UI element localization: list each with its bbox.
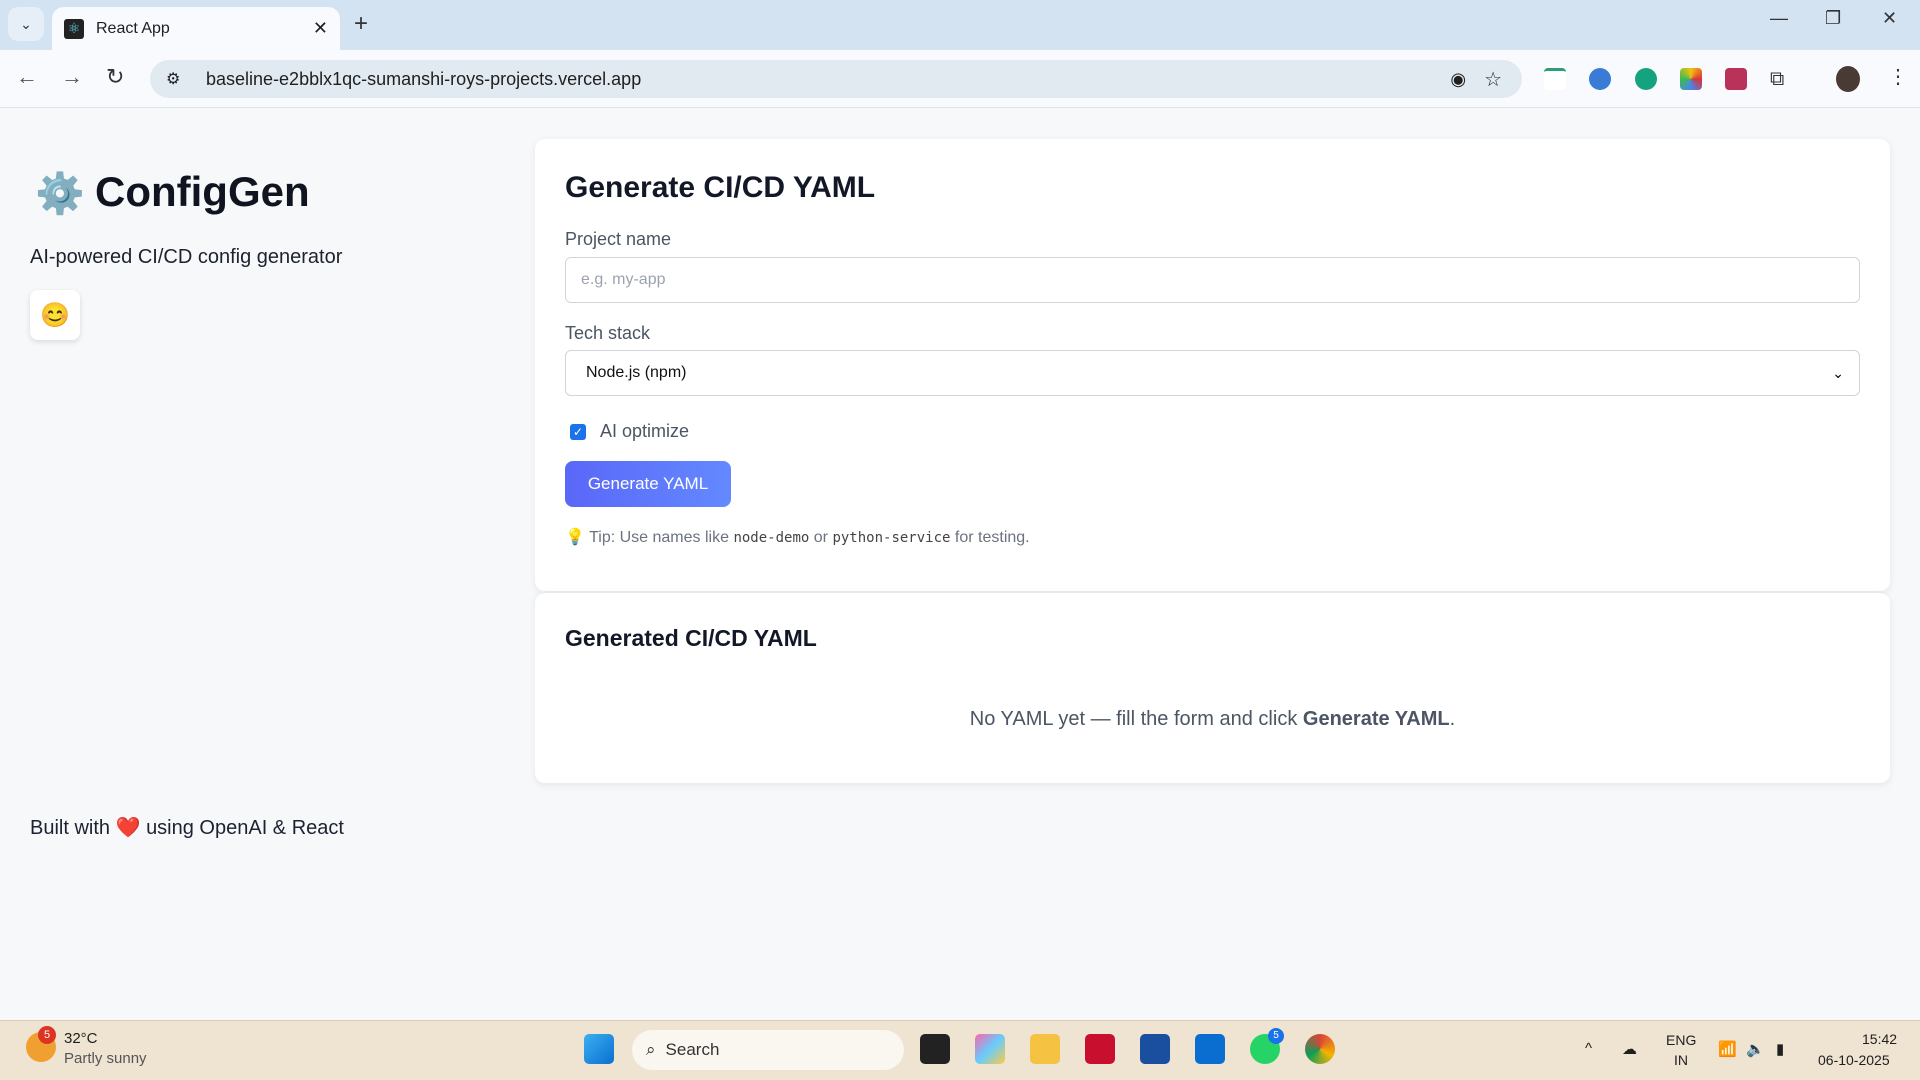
lang-2[interactable]: IN [1674,1052,1688,1068]
chevron-down-icon: ⌄ [1832,364,1844,381]
footer: Built with ❤️ using OpenAI & React [30,815,344,840]
site-info-icon[interactable]: ⚙ [166,69,194,89]
eye-off-icon[interactable]: ◉ [1450,69,1466,90]
close-window-button[interactable]: ✕ [1882,8,1897,29]
empty-pre: No YAML yet — fill the form and click [969,708,1298,730]
browser-tab[interactable]: ⚛ React App ✕ [52,7,340,50]
project-name-label: Project name [565,229,672,249]
task-view-icon[interactable] [920,1034,950,1064]
menu-kebab-icon[interactable]: ⋮ [1888,64,1908,89]
clock-date[interactable]: 06-10-2025 [1818,1052,1890,1068]
battery-icon[interactable]: ▮ [1776,1040,1784,1058]
ai-optimize-checkbox[interactable]: ✓ [570,423,586,440]
file-explorer-icon[interactable] [1030,1034,1060,1064]
tip-code-node: node-demo [733,530,810,546]
minimize-button[interactable]: — [1770,8,1788,29]
grammarly-icon[interactable] [1635,68,1657,90]
tip-code-python: python-service [832,530,951,546]
copilot-icon[interactable] [975,1034,1005,1064]
clock-time[interactable]: 15:42 [1862,1031,1897,1047]
mcafee-icon[interactable] [1085,1034,1115,1064]
pink-extension-icon[interactable] [1725,68,1747,90]
tech-stack-select[interactable]: Node.js (npm) ⌄ [565,350,1860,396]
heart-icon: ❤️ [115,817,141,839]
footer-post: using OpenAI & React [146,817,344,839]
theme-toggle-button[interactable]: 😊 [30,290,80,340]
tab-title: React App [96,19,170,37]
tab-search-button[interactable]: ⌄ [8,7,44,41]
onedrive-icon[interactable]: ☁ [1622,1040,1637,1058]
weather-temp[interactable]: 32°C [64,1030,98,1047]
mcafee-extension-icon[interactable] [1544,68,1566,90]
output-title: Generated CI/CD YAML [565,625,817,651]
colorful-extension-icon[interactable] [1680,68,1702,90]
start-button[interactable] [584,1034,614,1064]
bookmark-star-icon[interactable]: ☆ [1484,67,1502,92]
search-label: Search [665,1040,720,1059]
tech-stack-value: Node.js (npm) [586,364,687,381]
tip-text: 💡 Tip: Use names like node-demo or pytho… [565,527,1030,547]
tip-mid: or [813,529,828,546]
project-name-placeholder: e.g. my-app [581,271,666,288]
weather-badge: 5 [38,1026,56,1044]
react-icon: ⚛ [64,18,84,39]
extension-icon[interactable] [1589,68,1611,90]
tip-pre: Tip: Use names like [589,529,729,546]
ai-optimize-row[interactable]: ✓ AI optimize [570,421,689,442]
taskbar-search[interactable]: ⌕ Search [632,1030,904,1070]
reload-button[interactable]: ↻ [106,64,124,90]
forward-button[interactable]: → [61,64,83,90]
app-icon[interactable] [1195,1034,1225,1064]
generate-yaml-button[interactable]: Generate YAML [565,461,731,507]
gear-icon: ⚙️ [35,172,85,216]
weather-desc[interactable]: Partly sunny [64,1050,147,1067]
search-icon: ⌕ [646,1040,656,1059]
restore-button[interactable]: ❐ [1825,8,1841,29]
empty-state: No YAML yet — fill the form and click Ge… [535,708,1890,731]
empty-post: . [1449,708,1456,730]
generate-form-card: Generate CI/CD YAML Project name e.g. my… [535,139,1890,591]
extensions-puzzle-icon[interactable]: ⧉ [1770,68,1792,90]
smiley-sun-icon: 😊 [40,301,70,329]
back-button[interactable]: ← [16,64,38,90]
output-card: Generated CI/CD YAML No YAML yet — fill … [535,593,1890,783]
new-tab-button[interactable]: + [354,10,368,38]
url-text: baseline-e2bblx1qc-sumanshi-roys-project… [206,68,642,89]
app-tagline: AI-powered CI/CD config generator [30,246,343,268]
lang-1[interactable]: ENG [1666,1032,1696,1048]
close-tab-icon[interactable]: ✕ [313,18,328,39]
profile-avatar[interactable] [1836,66,1860,92]
wifi-icon[interactable]: 📶 [1718,1040,1737,1058]
store-icon[interactable] [1140,1034,1170,1064]
volume-icon[interactable]: 🔈 [1746,1040,1765,1058]
chrome-icon[interactable] [1305,1034,1335,1064]
show-hidden-icons[interactable]: ^ [1585,1040,1592,1057]
empty-bold: Generate YAML [1302,708,1450,730]
lightbulb-icon: 💡 [565,529,585,546]
footer-pre: Built with [30,817,111,839]
app-title: ConfigGen [95,168,310,215]
tech-stack-label: Tech stack [565,323,651,343]
form-title: Generate CI/CD YAML [565,171,876,204]
project-name-input[interactable]: e.g. my-app [565,257,1860,303]
whatsapp-badge: 5 [1268,1028,1284,1044]
tip-post: for testing. [954,529,1030,546]
ai-optimize-label: AI optimize [600,421,690,441]
address-bar[interactable]: ⚙ baseline-e2bblx1qc-sumanshi-roys-proje… [150,60,1522,98]
